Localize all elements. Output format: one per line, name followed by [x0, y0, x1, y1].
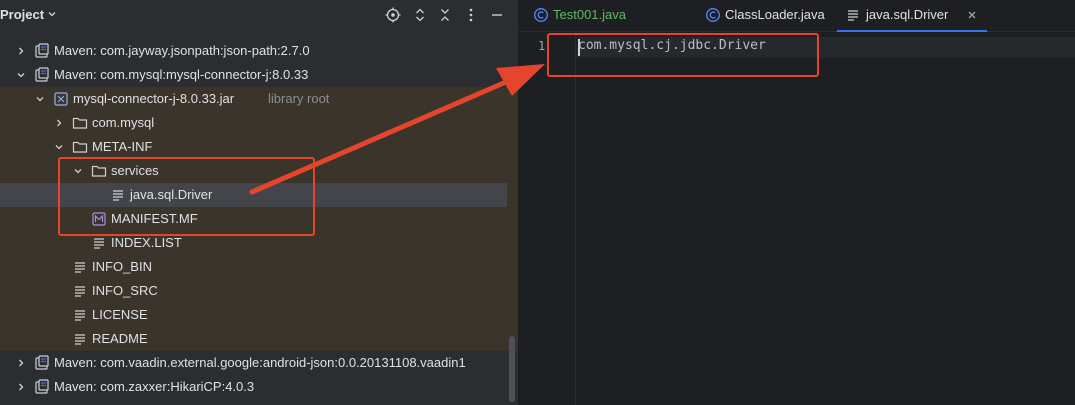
arrow-head — [496, 64, 545, 96]
annotation-arrow — [249, 64, 545, 195]
arrow-shaft — [249, 79, 509, 195]
